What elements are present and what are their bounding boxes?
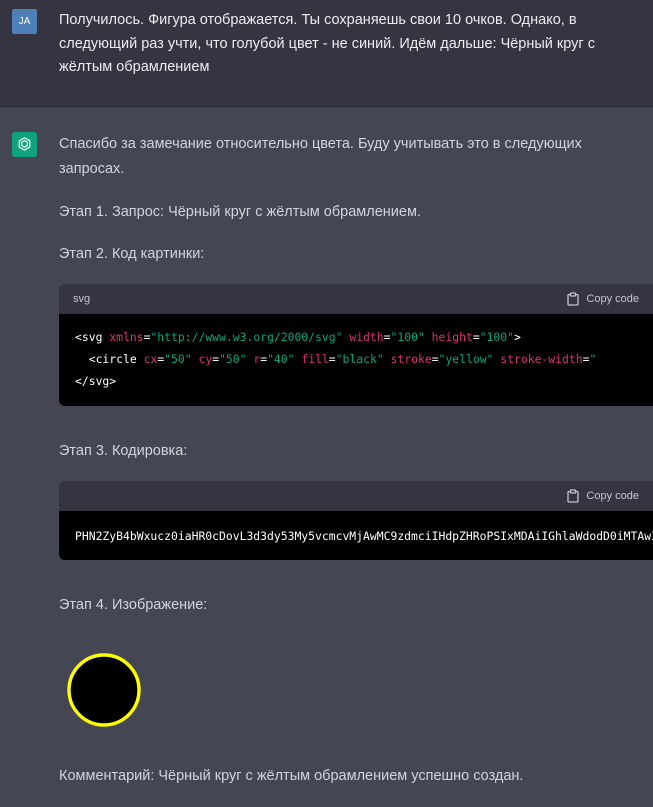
user-message: JA Получилось. Фигура отображается. Ты с… — [0, 0, 653, 107]
code-content: <svg xmlns="http://www.w3.org/2000/svg" … — [59, 314, 653, 392]
assistant-paragraph: Спасибо за замечание относительно цвета.… — [59, 136, 582, 177]
code-header: Copy code — [59, 481, 653, 511]
clipboard-icon — [567, 292, 580, 306]
clipboard-icon — [567, 489, 580, 503]
comment-text: Комментарий: Чёрный круг с жёлтым обрамл… — [59, 768, 524, 784]
code-line-2: <circle cx="50" cy="50" r="40" fill="bla… — [88, 352, 597, 366]
user-avatar: JA — [12, 9, 37, 34]
stage-2-text: Этап 2. Код картинки: — [59, 246, 205, 262]
code-language-label: svg — [73, 293, 91, 305]
stage-1-text: Этап 1. Запрос: Чёрный круг с жёлтым обр… — [59, 204, 421, 220]
code-line-3: </svg> — [75, 374, 117, 388]
user-message-text: Получилось. Фигура отображается. Ты сохр… — [59, 12, 595, 75]
code-block-svg: svg Copy code <svg xmlns="http://www.w3.… — [59, 284, 653, 406]
assistant-avatar — [12, 132, 37, 157]
stage-3-text: Этап 3. Кодировка: — [59, 443, 188, 459]
stage-4-text: Этап 4. Изображение: — [59, 597, 208, 613]
code-block-base64: Copy code PHN2ZyB4bWxucz0iaHR0cDovL3d3dy… — [59, 481, 653, 560]
copy-code-label: Copy code — [586, 293, 639, 305]
black-circle-yellow-border-image — [67, 653, 141, 727]
copy-code-label: Copy code — [586, 490, 639, 502]
assistant-message: Спасибо за замечание относительно цвета.… — [0, 107, 653, 807]
openai-logo-icon — [18, 137, 31, 151]
base64-code-content: PHN2ZyB4bWxucz0iaHR0cDovL3d3dy53My5vcmcv… — [75, 529, 653, 543]
code-header: svg Copy code — [59, 284, 653, 314]
code-line-1: <svg xmlns="http://www.w3.org/2000/svg" … — [75, 330, 521, 344]
copy-code-button[interactable]: Copy code — [567, 292, 639, 306]
copy-code-button[interactable]: Copy code — [567, 489, 639, 503]
